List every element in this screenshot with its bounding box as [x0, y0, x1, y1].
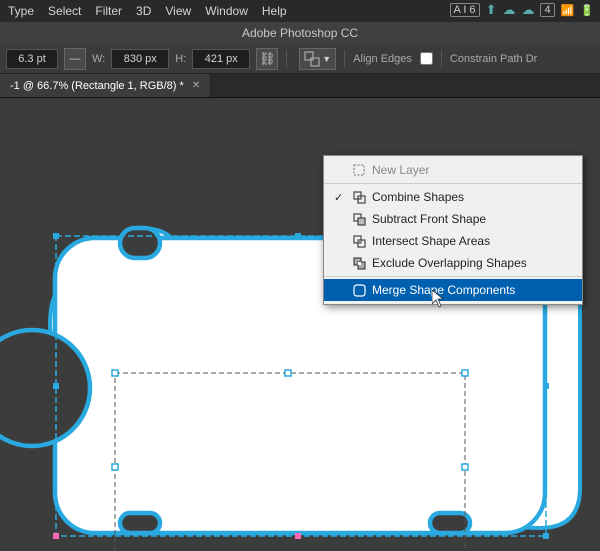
new-layer-label: New Layer [372, 163, 429, 177]
intersect-icon [352, 234, 366, 248]
align-edges-checkbox[interactable] [420, 52, 433, 65]
intersect-label: Intersect Shape Areas [372, 234, 490, 248]
dropdown-item-exclude[interactable]: Exclude Overlapping Shapes [324, 252, 582, 274]
cloud-icon-3: ☁ [521, 2, 534, 18]
menu-filter[interactable]: Filter [95, 4, 122, 18]
menu-window[interactable]: Window [205, 4, 248, 18]
cloud-icon-2: ☁ [502, 2, 515, 18]
constrain-path-label: Constrain Path Dr [450, 53, 537, 65]
link-dimensions-btn[interactable]: ⛓ [256, 48, 278, 70]
subtract-label: Subtract Front Shape [372, 212, 486, 226]
document-tab[interactable]: -1 @ 66.7% (Rectangle 1, RGB/8) * ✕ [0, 74, 211, 97]
title-bar: Adobe Photoshop CC [0, 22, 600, 44]
height-input[interactable] [192, 49, 250, 69]
exclude-icon [352, 256, 366, 270]
cursor [432, 290, 444, 308]
ai-badge: A I 6 [450, 3, 480, 17]
dropdown-item-merge[interactable]: Merge Shape Components [324, 279, 582, 301]
dropdown-item-intersect[interactable]: Intersect Shape Areas [324, 230, 582, 252]
cloud-icon-1: ⬆ [486, 2, 497, 18]
battery-icon: 🔋 [580, 4, 594, 17]
num-badge: 4 [540, 3, 554, 17]
path-operations-dropdown: New Layer Combine Shapes Subtract Front … [323, 155, 583, 305]
path-operations-btn[interactable]: ▼ [299, 48, 336, 70]
w-label: W: [92, 53, 105, 65]
dropdown-divider-1 [324, 183, 582, 184]
menu-help[interactable]: Help [262, 4, 287, 18]
path-ops-icon [304, 51, 320, 67]
align-edges-label: Align Edges [353, 53, 412, 65]
new-layer-icon [352, 163, 366, 177]
menu-view[interactable]: View [165, 4, 191, 18]
stroke-pt-input[interactable] [6, 49, 58, 69]
close-tab-icon[interactable]: ✕ [192, 80, 200, 91]
stroke-style-btn[interactable]: — [64, 48, 86, 70]
exclude-label: Exclude Overlapping Shapes [372, 256, 527, 270]
app-title: Adobe Photoshop CC [242, 26, 358, 40]
dropdown-item-combine[interactable]: Combine Shapes [324, 186, 582, 208]
menu-type[interactable]: Type [8, 4, 34, 18]
merge-icon [352, 283, 366, 297]
wifi-icon: 📶 [561, 4, 575, 17]
dropdown-item-new-layer[interactable]: New Layer [324, 159, 582, 181]
combine-icon [352, 190, 366, 204]
tab-bar: -1 @ 66.7% (Rectangle 1, RGB/8) * ✕ [0, 74, 600, 98]
dropdown-item-subtract[interactable]: Subtract Front Shape [324, 208, 582, 230]
subtract-icon [352, 212, 366, 226]
separator-3 [441, 50, 442, 68]
menu-bar: Type Select Filter 3D View Window Help A… [0, 0, 600, 22]
width-input[interactable] [111, 49, 169, 69]
menu-3d[interactable]: 3D [136, 4, 151, 18]
separator-1 [286, 50, 287, 68]
dropdown-divider-2 [324, 276, 582, 277]
canvas-area: New Layer Combine Shapes Subtract Front … [0, 98, 600, 551]
options-bar: — W: H: ⛓ ▼ Align Edges Constrain Path D… [0, 44, 600, 74]
separator-2 [344, 50, 345, 68]
combine-label: Combine Shapes [372, 190, 464, 204]
document-tab-label: -1 @ 66.7% (Rectangle 1, RGB/8) * [10, 80, 184, 92]
h-label: H: [175, 53, 186, 65]
menu-select[interactable]: Select [48, 4, 81, 18]
